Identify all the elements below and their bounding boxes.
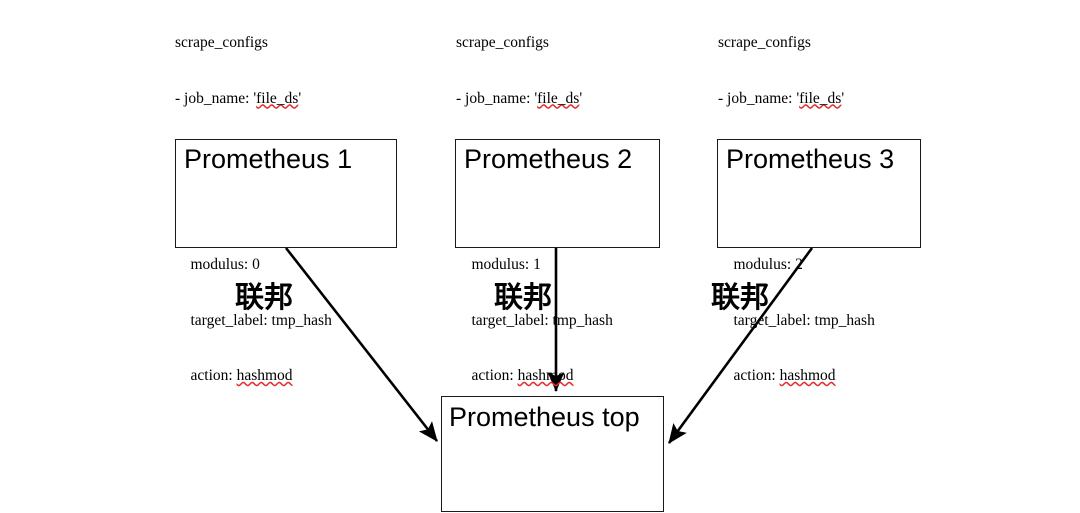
config-line-target-label: target_label: tmp_hash (175, 311, 332, 329)
config-line-action: action: hashmod (456, 367, 574, 384)
node-prometheus-top-label: Prometheus top (449, 402, 640, 432)
misspelled-word-job-name: file_ds (799, 89, 842, 107)
edge-label-federation-3: 联邦 (711, 280, 770, 314)
config-line-job-name: - job_name: 'file_ds' (718, 89, 845, 107)
node-prometheus-top[interactable]: Prometheus top (441, 396, 664, 512)
edge-label-federation-2: 联邦 (494, 280, 553, 314)
node-prometheus-3-label: Prometheus 3 (726, 144, 895, 174)
misspelled-word-job-name: file_ds (256, 89, 299, 107)
misspelled-word-action: hashmod (236, 367, 293, 384)
misspelled-word-action: hashmod (517, 367, 574, 384)
config-line-scrape-configs: scrape_configs (175, 34, 268, 51)
node-prometheus-2-label: Prometheus 2 (464, 144, 633, 174)
misspelled-word-job-name: file_ds (537, 89, 580, 107)
node-prometheus-3[interactable]: Prometheus 3 (717, 139, 921, 248)
config-line-scrape-configs: scrape_configs (718, 34, 811, 51)
node-prometheus-1[interactable]: Prometheus 1 (175, 139, 397, 248)
misspelled-word-action: hashmod (779, 367, 836, 384)
config-line-job-name: - job_name: 'file_ds' (175, 89, 302, 107)
config-line-action: action: hashmod (718, 367, 836, 384)
config-line-modulus: modulus: 2 (718, 256, 803, 273)
config-line-target-label: target_label: tmp_hash (718, 311, 875, 329)
node-prometheus-1-label: Prometheus 1 (184, 144, 353, 174)
config-line-job-name: - job_name: 'file_ds' (456, 89, 583, 107)
edge-label-federation-1: 联邦 (235, 280, 294, 314)
config-line-target-label: target_label: tmp_hash (456, 311, 613, 329)
config-line-modulus: modulus: 0 (175, 256, 260, 273)
config-line-action: action: hashmod (175, 367, 293, 384)
node-prometheus-2[interactable]: Prometheus 2 (455, 139, 660, 248)
config-line-modulus: modulus: 1 (456, 256, 541, 273)
config-line-scrape-configs: scrape_configs (456, 34, 549, 51)
